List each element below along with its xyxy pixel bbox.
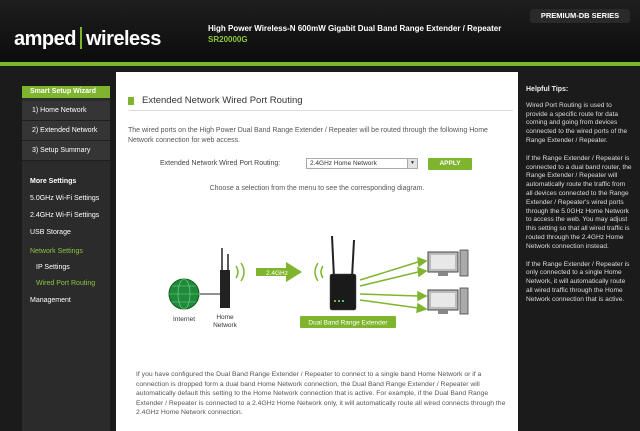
tips-title: Helpful Tips: — [526, 86, 569, 93]
home-network-label-line1: Home — [216, 314, 234, 321]
apply-button[interactable]: APPLY — [428, 158, 472, 170]
sidebar-nav: Smart Setup Wizard 1) Home Network 2) Ex… — [22, 86, 110, 431]
logo-text-wireless: wireless — [85, 28, 161, 50]
tip-paragraph: If the Range Extender / Repeater is conn… — [526, 154, 632, 250]
routing-label: Extended Network Wired Port Routing: — [160, 160, 281, 167]
tip-paragraph: If the Range Extender / Repeater is only… — [526, 260, 630, 303]
series-badge: PREMIUM-DB SERIES — [530, 9, 630, 23]
sidebar-item-extended-network[interactable]: 2) Extended Network — [22, 121, 110, 141]
routing-diagram: 2.4GHz Internet Home Network Dual Band R… — [168, 235, 469, 329]
sidebar-heading-smart-setup-wizard[interactable]: Smart Setup Wizard — [22, 86, 110, 98]
wifi-waves-icon — [235, 262, 245, 282]
sidebar-item-usb-storage[interactable]: USB Storage — [22, 225, 110, 241]
band-label: 2.4GHz — [266, 270, 288, 277]
intro-text: The wired ports on the High Power Dual B… — [128, 127, 488, 144]
globe-icon — [168, 278, 200, 310]
product-model: SR20000G — [208, 35, 248, 44]
internet-label: Internet — [173, 316, 195, 323]
sidebar-item-management[interactable]: Management — [22, 293, 110, 309]
sidebar-item-network-settings[interactable]: Network Settings — [22, 244, 110, 260]
header: amped wireless High Power Wireless-N 600m… — [0, 0, 640, 66]
helpful-tips: Helpful Tips: Wired Port Routing is used… — [526, 86, 632, 314]
tip-paragraph: Wired Port Routing is used to provide a … — [526, 101, 628, 144]
routing-select-value: 2.4GHz Home Network — [310, 160, 377, 167]
extender-label: Dual Band Range Extender — [308, 320, 388, 327]
wired-links — [359, 256, 428, 314]
wifi-waves-icon — [314, 262, 324, 282]
range-extender-icon — [329, 235, 357, 311]
sidebar-item-5ghz-wifi-settings[interactable]: 5.0GHz Wi-Fi Settings — [22, 191, 110, 207]
sidebar-item-wired-port-routing[interactable]: Wired Port Routing — [22, 277, 110, 291]
page-title: Extended Network Wired Port Routing — [142, 95, 303, 106]
sidebar-item-24ghz-wifi-settings[interactable]: 2.4GHz Wi-Fi Settings — [22, 208, 110, 224]
main-panel: Extended Network Wired Port Routing The … — [116, 72, 518, 431]
routing-select[interactable]: 2.4GHz Home Network ▼ — [306, 158, 418, 169]
router-icon — [220, 248, 230, 308]
home-network-label-line2: Network — [213, 322, 238, 329]
product-title: High Power Wireless-N 600mW Gigabit Dual… — [208, 24, 502, 33]
section-marker — [128, 97, 134, 105]
amped-wireless-logo[interactable]: amped wireless — [14, 27, 161, 51]
logo-text-amped: amped — [14, 28, 76, 50]
sidebar-item-home-network[interactable]: 1) Home Network — [22, 101, 110, 121]
chevron-down-icon[interactable]: ▼ — [407, 159, 417, 168]
explanation-text: If you have configured the Dual Band Ran… — [136, 371, 506, 416]
sidebar-item-setup-summary[interactable]: 3) Setup Summary — [22, 141, 110, 161]
computer-icon — [427, 287, 469, 315]
title-divider — [128, 110, 513, 111]
sidebar-item-ip-settings[interactable]: IP Settings — [22, 261, 110, 275]
diagram-hint: Choose a selection from the menu to see … — [209, 185, 425, 192]
logo-divider — [79, 27, 82, 49]
computer-icon — [427, 249, 469, 277]
sidebar-heading-more-settings: More Settings — [30, 178, 77, 185]
